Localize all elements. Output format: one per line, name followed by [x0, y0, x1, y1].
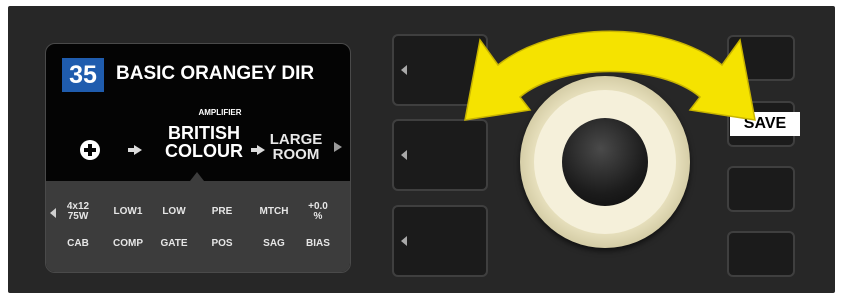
amplifier-name-line2: COLOUR [165, 141, 243, 161]
param-value-gate: LOW [162, 206, 186, 217]
right-button-4[interactable] [727, 231, 795, 277]
right-button-3[interactable] [727, 166, 795, 212]
amplifier-name-line1: BRITISH [168, 123, 240, 143]
scroll-left-icon [401, 150, 407, 160]
scroll-left-icon [401, 236, 407, 246]
cabinet-name-line1: LARGE [269, 131, 323, 148]
param-label-sag: SAG [263, 238, 285, 249]
parameter-strip [46, 181, 350, 272]
preset-name: BASIC ORANGEY DIR [116, 63, 315, 84]
param-label-cab: CAB [67, 238, 89, 249]
param-label-pos: POS [211, 238, 233, 249]
lcd-display: 35 BASIC ORANGEY DIR AMPLIFIER BRITISH C… [45, 43, 351, 273]
selected-block-label: AMPLIFIER [198, 108, 242, 117]
param-value-comp: LOW1 [113, 206, 143, 217]
param-value-sag: MTCH [259, 206, 289, 217]
cabinet-name-line2: ROOM [272, 146, 320, 163]
param-value-cab: 4x12 75W [66, 201, 90, 222]
add-block-icon[interactable] [80, 140, 100, 160]
scroll-right-icon[interactable] [334, 142, 342, 152]
param-value-bias: +0.0 % [308, 201, 328, 222]
preset-number: 35 [62, 58, 104, 92]
param-label-comp: COMP [113, 238, 143, 249]
scroll-left-icon [401, 65, 407, 75]
soft-button-3[interactable] [392, 205, 488, 277]
param-label-bias: BIAS [306, 238, 330, 249]
selection-pointer [190, 172, 204, 181]
param-value-pos: PRE [211, 206, 233, 217]
amplifier-block[interactable]: BRITISH COLOUR [142, 124, 266, 160]
cabinet-block[interactable]: LARGE ROOM [261, 132, 331, 162]
param-label-gate: GATE [160, 238, 188, 249]
rotate-knob-arrow-icon [464, 30, 756, 121]
